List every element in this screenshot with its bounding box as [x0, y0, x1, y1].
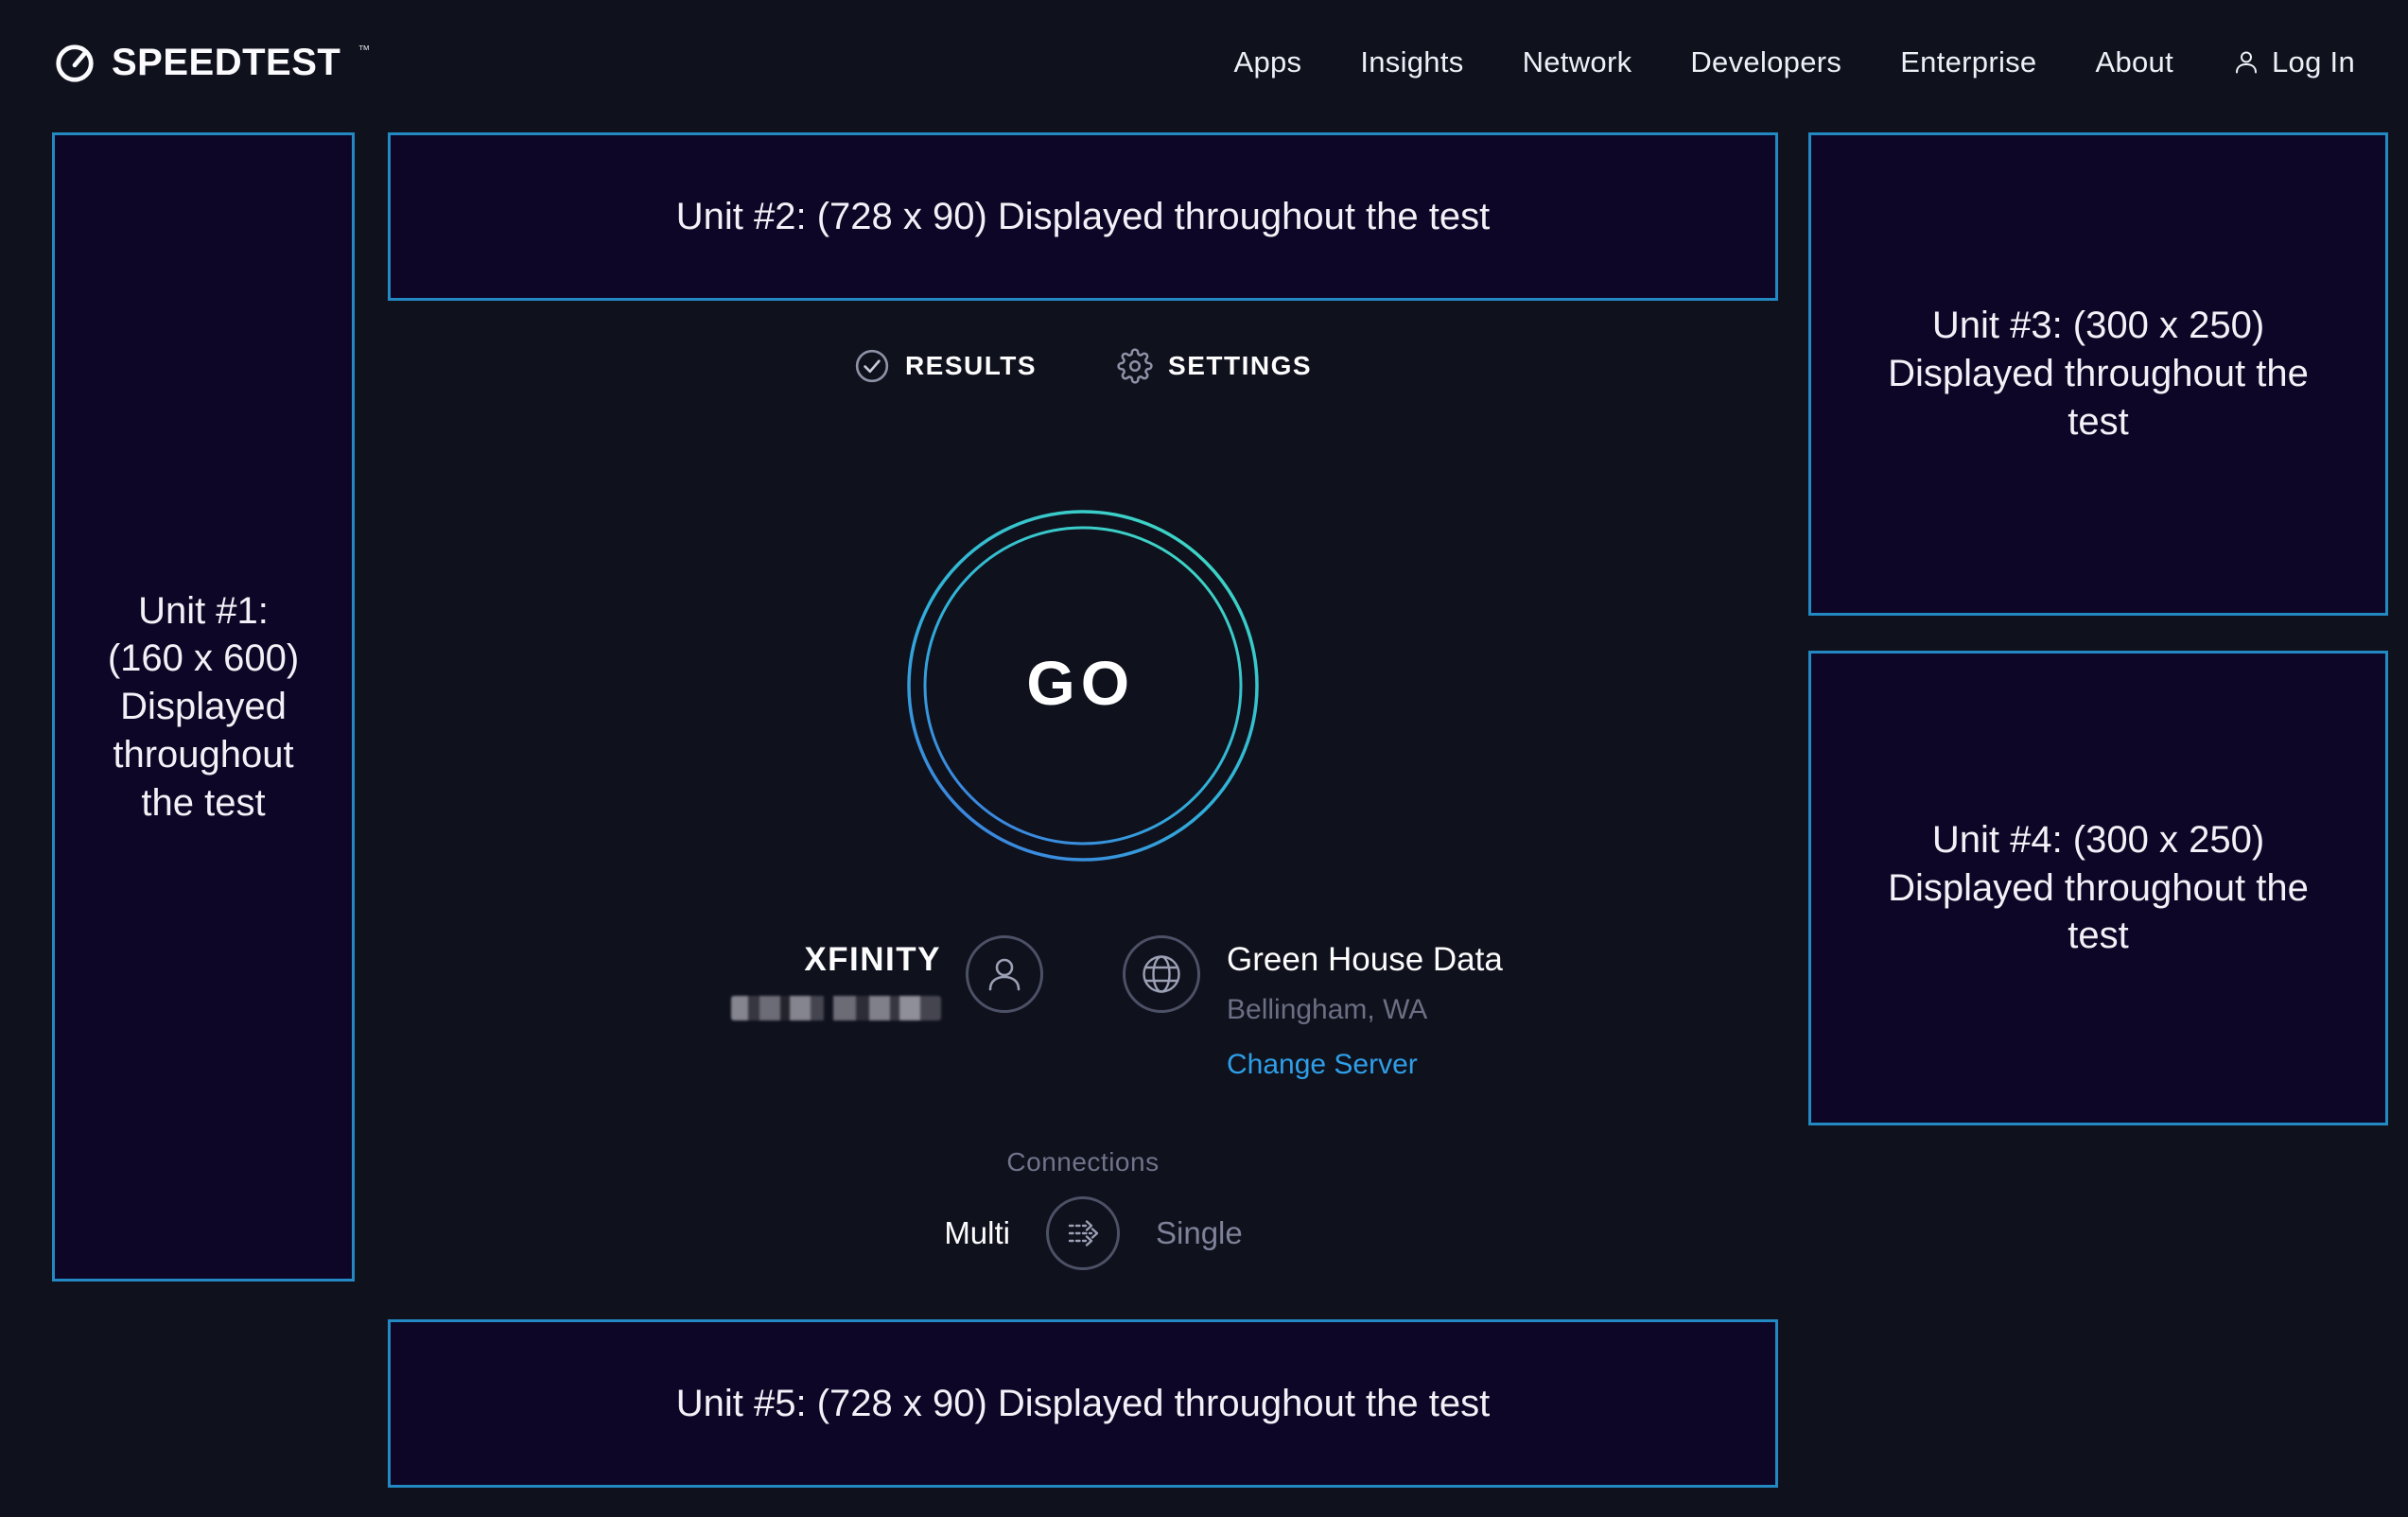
user-icon	[2232, 48, 2260, 77]
check-circle-icon	[854, 348, 890, 384]
ad-unit-2-text: Unit #2: (728 x 90) Displayed throughout…	[676, 193, 1491, 241]
go-label: GO	[1026, 647, 1135, 719]
tab-settings[interactable]: SETTINGS	[1117, 348, 1312, 384]
server-location: Bellingham, WA	[1227, 994, 1427, 1026]
tabs-bar: RESULTS SETTINGS	[854, 348, 1312, 384]
brand-name: SPEEDTEST	[112, 42, 340, 84]
isp-avatar-ring[interactable]	[966, 935, 1043, 1013]
ad-unit-3-text: Unit #3: (300 x 250) Displayed throughou…	[1876, 302, 2321, 445]
gear-icon	[1117, 348, 1153, 384]
brand-trademark: ™	[358, 43, 370, 57]
brand-logo[interactable]: SPEEDTEST ™	[53, 41, 368, 84]
nav-insights[interactable]: Insights	[1360, 45, 1463, 79]
login-link[interactable]: Log In	[2232, 45, 2355, 79]
ad-unit-1[interactable]: Unit #1: (160 x 600) Displayed throughou…	[52, 132, 355, 1282]
nav-about[interactable]: About	[2095, 45, 2173, 79]
user-circle-icon	[984, 953, 1025, 995]
connection-mode-multi[interactable]: Multi	[944, 1215, 1010, 1251]
globe-icon	[1140, 952, 1183, 996]
go-button[interactable]: GO	[905, 508, 1261, 863]
connections-toggle-row: Multi Single	[923, 1196, 1242, 1270]
server-globe-ring[interactable]	[1123, 935, 1200, 1013]
change-server-link[interactable]: Change Server	[1227, 1049, 1418, 1081]
login-label: Log In	[2272, 45, 2355, 79]
multi-arrows-icon	[1062, 1212, 1104, 1254]
ad-unit-3[interactable]: Unit #3: (300 x 250) Displayed throughou…	[1808, 132, 2388, 616]
isp-name: XFINITY	[804, 941, 941, 979]
ad-unit-5-text: Unit #5: (728 x 90) Displayed throughout…	[676, 1380, 1491, 1428]
ad-unit-5[interactable]: Unit #5: (728 x 90) Displayed throughout…	[388, 1319, 1778, 1488]
connections-toggle[interactable]	[1046, 1196, 1120, 1270]
header: SPEEDTEST ™ Apps Insights Network Develo…	[0, 0, 2408, 125]
server-block: Green House Data Bellingham, WA Change S…	[1123, 935, 1778, 1081]
connection-info-row: XFINITY	[388, 935, 1778, 1081]
ad-unit-4-text: Unit #4: (300 x 250) Displayed throughou…	[1876, 816, 2321, 960]
tab-results-label: RESULTS	[905, 351, 1037, 381]
ad-unit-1-text: Unit #1: (160 x 600) Displayed throughou…	[102, 587, 305, 828]
ad-unit-4[interactable]: Unit #4: (300 x 250) Displayed throughou…	[1808, 651, 2388, 1125]
speedtest-main: RESULTS SETTINGS	[388, 301, 1778, 1270]
nav-developers[interactable]: Developers	[1690, 45, 1841, 79]
nav-apps[interactable]: Apps	[1233, 45, 1301, 79]
connections-label: Connections	[1006, 1147, 1159, 1177]
isp-block: XFINITY	[388, 935, 1043, 1081]
tab-settings-label: SETTINGS	[1168, 351, 1312, 381]
connection-mode-single[interactable]: Single	[1156, 1215, 1243, 1251]
redacted-ip-text	[731, 996, 941, 1020]
main-nav: Apps Insights Network Developers Enterpr…	[1233, 45, 2355, 79]
ad-unit-2[interactable]: Unit #2: (728 x 90) Displayed throughout…	[388, 132, 1778, 301]
nav-enterprise[interactable]: Enterprise	[1900, 45, 2036, 79]
tab-results[interactable]: RESULTS	[854, 348, 1037, 384]
nav-network[interactable]: Network	[1523, 45, 1632, 79]
server-name: Green House Data	[1227, 941, 1503, 979]
speedometer-icon	[53, 41, 96, 84]
